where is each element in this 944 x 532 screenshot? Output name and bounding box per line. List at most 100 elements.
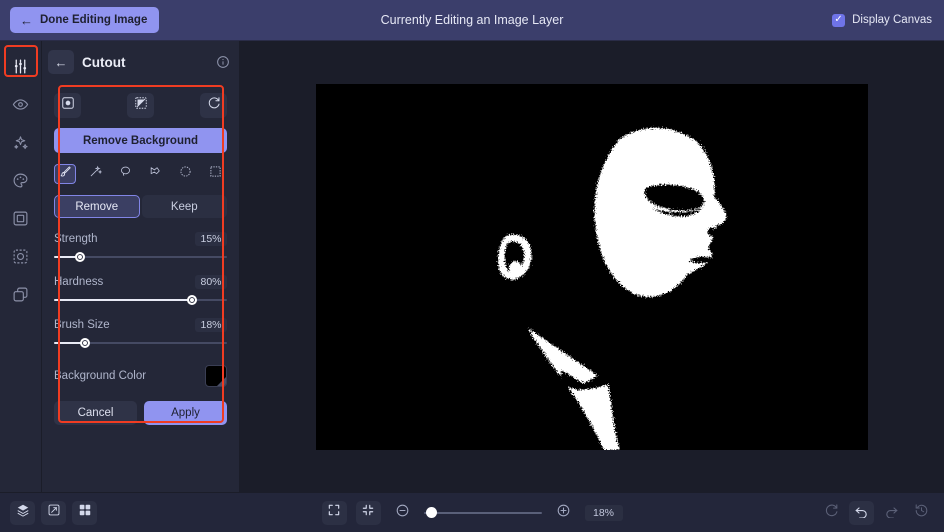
cutout-icon	[12, 248, 29, 265]
artboard[interactable]	[316, 83, 868, 450]
frame-icon	[12, 210, 29, 227]
brush-icon	[59, 165, 72, 183]
zoom-in-button[interactable]	[551, 501, 576, 525]
hardness-slider-header: Hardness 80%	[54, 275, 227, 289]
sparkles-icon	[12, 134, 29, 151]
invert-selection-button[interactable]	[127, 93, 154, 118]
polygon-lasso-icon	[149, 165, 162, 183]
palette-icon	[12, 172, 29, 189]
strength-slider-group: Strength 15%	[54, 232, 227, 263]
editor-body: ← Cutout Remove Background Remove Keep S…	[0, 41, 944, 492]
history-button[interactable]	[909, 501, 934, 525]
polygon-lasso-tool[interactable]	[145, 164, 167, 184]
sidebar-item-duplicate[interactable]	[6, 279, 36, 309]
lasso-tool[interactable]	[114, 164, 136, 184]
magic-wand-icon	[89, 165, 102, 183]
history-controls	[819, 500, 934, 525]
brush-size-thumb[interactable]	[80, 338, 91, 348]
zoom-out-icon	[395, 503, 410, 523]
image-editor-app: ← Done Editing Image Currently Editing a…	[0, 0, 944, 532]
redo-button[interactable]	[879, 501, 904, 525]
lasso-icon	[119, 165, 132, 183]
collapse-arrows-icon	[361, 503, 375, 522]
sidebar-item-effects[interactable]	[6, 127, 36, 157]
refresh-icon	[824, 503, 839, 523]
hardness-thumb[interactable]	[187, 295, 198, 305]
sidebar-item-cutout[interactable]	[6, 241, 36, 271]
cutout-panel: ← Cutout Remove Background Remove Keep S…	[42, 41, 240, 492]
reset-view-button[interactable]	[819, 501, 844, 525]
background-color-row: Background Color	[54, 365, 227, 387]
background-color-label: Background Color	[54, 370, 147, 382]
eye-icon	[12, 96, 29, 113]
ellipse-select-tool[interactable]	[175, 164, 197, 184]
canvas-stage[interactable]	[240, 41, 944, 492]
zoom-controls: 18%	[0, 500, 944, 525]
display-canvas-toggle[interactable]: ✓ Display Canvas	[832, 13, 932, 27]
hardness-label: Hardness	[54, 276, 104, 288]
remove-background-button[interactable]: Remove Background	[54, 128, 227, 153]
cutout-tool-row	[54, 164, 227, 184]
brush-size-slider-header: Brush Size 18%	[54, 318, 227, 332]
info-icon[interactable]	[216, 55, 230, 69]
sidebar-item-frame[interactable]	[6, 203, 36, 233]
display-canvas-label: Display Canvas	[852, 14, 932, 26]
strength-value: 15%	[195, 232, 227, 246]
sidebar-item-color[interactable]	[6, 165, 36, 195]
zoom-level-value: 18%	[584, 504, 623, 521]
panel-action-row: Cancel Apply	[54, 401, 227, 437]
grid-button[interactable]	[72, 500, 97, 525]
sidebar-item-adjust[interactable]	[6, 51, 36, 81]
undo-button[interactable]	[849, 500, 874, 525]
strength-slider[interactable]	[54, 251, 227, 263]
panel-title: Cutout	[82, 54, 126, 70]
layers-button[interactable]	[10, 500, 35, 525]
brush-tool[interactable]	[54, 164, 76, 184]
keep-mode-button[interactable]: Keep	[141, 195, 227, 218]
hardness-fill	[54, 299, 193, 301]
remove-keep-segmented-control: Remove Keep	[54, 195, 227, 218]
strength-label: Strength	[54, 233, 98, 245]
fullscreen-icon	[327, 503, 341, 522]
hardness-value: 80%	[195, 275, 227, 289]
done-editing-image-button[interactable]: ← Done Editing Image	[10, 7, 160, 33]
ellipse-select-icon	[179, 165, 192, 183]
bottom-bar: 18%	[0, 492, 944, 532]
grid-icon	[78, 503, 92, 522]
apply-button[interactable]: Apply	[144, 401, 227, 425]
adjust-sliders-icon	[12, 58, 29, 75]
rectangle-marquee-tool[interactable]	[205, 164, 227, 184]
cancel-button[interactable]: Cancel	[54, 401, 137, 425]
transform-button[interactable]	[41, 500, 66, 525]
brush-size-slider[interactable]	[54, 337, 227, 349]
cutout-mode-icon-row	[54, 93, 227, 118]
remove-mode-button[interactable]: Remove	[54, 195, 140, 218]
panel-back-button[interactable]: ←	[48, 50, 74, 74]
brush-size-value: 18%	[195, 318, 227, 332]
magic-wand-tool[interactable]	[84, 164, 106, 184]
panel-back-arrow-icon: ←	[54, 54, 68, 70]
transform-icon	[47, 503, 61, 522]
display-canvas-checkbox[interactable]: ✓	[832, 13, 846, 27]
fit-content-button[interactable]	[355, 500, 381, 525]
strength-thumb[interactable]	[74, 252, 85, 262]
zoom-slider[interactable]	[423, 506, 542, 520]
hardness-slider[interactable]	[54, 294, 227, 306]
bottom-left-tools	[10, 500, 97, 525]
fit-to-screen-button[interactable]	[321, 500, 347, 525]
sidebar-item-visibility[interactable]	[6, 89, 36, 119]
cutout-mask-button[interactable]	[54, 93, 81, 118]
zoom-slider-thumb[interactable]	[425, 506, 437, 518]
top-bar: ← Done Editing Image Currently Editing a…	[0, 0, 944, 41]
portrait-bw-profile	[316, 83, 868, 450]
layers-copy-icon	[12, 286, 29, 303]
zoom-in-icon	[556, 503, 571, 523]
zoom-slider-track	[423, 511, 542, 514]
strength-slider-header: Strength 15%	[54, 232, 227, 246]
rectangle-marquee-icon	[209, 165, 222, 183]
zoom-out-button[interactable]	[390, 501, 415, 525]
undo-icon	[854, 503, 869, 523]
hardness-slider-group: Hardness 80%	[54, 275, 227, 306]
background-color-swatch[interactable]	[205, 365, 227, 387]
reset-cutout-button[interactable]	[200, 93, 227, 118]
